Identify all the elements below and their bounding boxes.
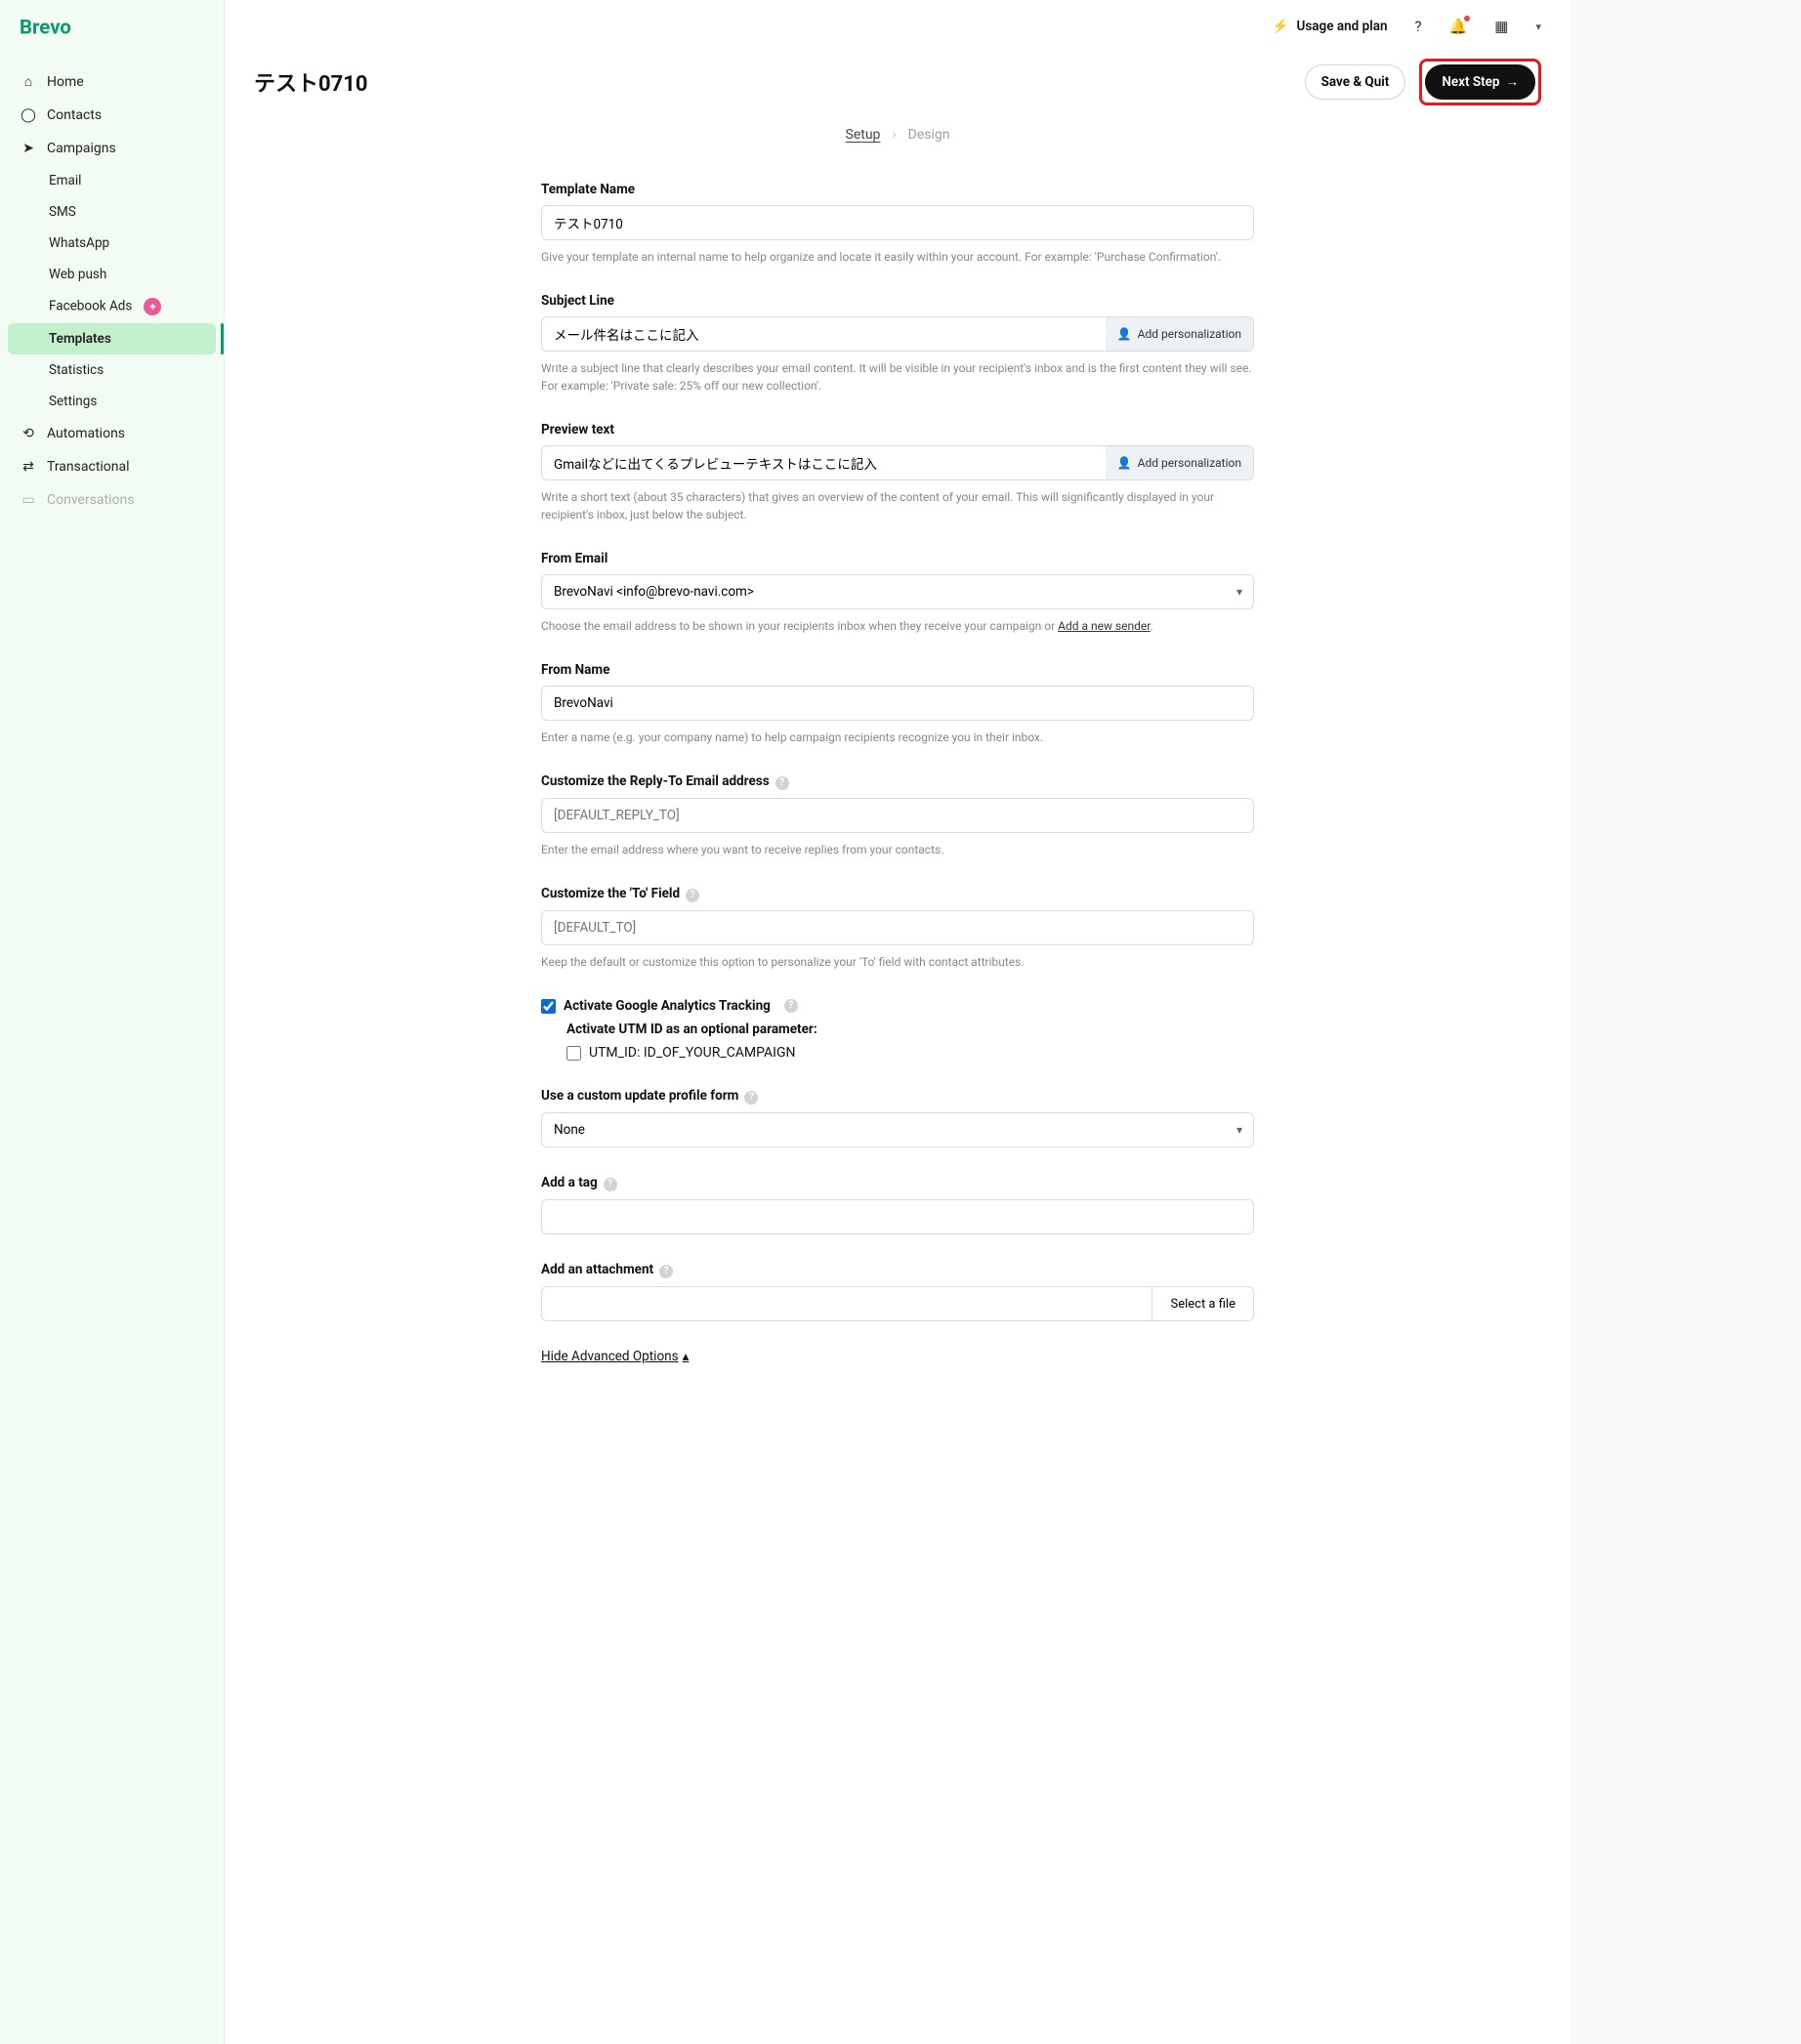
subject-personalization-button[interactable]: 👤Add personalization — [1106, 316, 1254, 352]
send-icon: ➤ — [20, 141, 37, 156]
caret-up-icon: ▴ — [683, 1349, 690, 1364]
save-quit-button[interactable]: Save & Quit — [1305, 64, 1406, 100]
help-icon[interactable]: ? — [784, 999, 798, 1013]
help-icon[interactable]: ? — [744, 1091, 758, 1105]
attachment-label: Add an attachment? — [541, 1262, 1254, 1278]
bell-icon[interactable]: 🔔 — [1449, 18, 1468, 35]
arrow-right-icon: → — [1506, 74, 1520, 90]
nav-home[interactable]: ⌂Home — [0, 64, 224, 99]
sidebar: Brevo ⌂Home ◯Contacts ➤Campaigns Email S… — [0, 0, 225, 2044]
nav-contacts[interactable]: ◯Contacts — [0, 99, 224, 132]
subnav-facebook[interactable]: Facebook Ads✦ — [0, 290, 224, 323]
nav-automations[interactable]: ⟲Automations — [0, 417, 224, 450]
home-icon: ⌂ — [20, 73, 37, 90]
subnav-statistics[interactable]: Statistics — [0, 355, 224, 386]
to-field-label: Customize the 'To' Field? — [541, 886, 1254, 902]
help-icon[interactable]: ? — [1415, 18, 1422, 35]
wizard-steps: Setup › Design — [225, 123, 1571, 182]
to-field-hint: Keep the default or customize this optio… — [541, 953, 1254, 971]
user-icon: ◯ — [20, 107, 37, 123]
account-menu[interactable]: ▾ — [1535, 21, 1541, 33]
add-sender-link[interactable]: Add a new sender — [1058, 619, 1151, 633]
utm-subhead: Activate UTM ID as an optional parameter… — [566, 1022, 1254, 1037]
reply-to-input[interactable] — [541, 798, 1254, 833]
swap-icon: ⇄ — [20, 459, 37, 475]
subject-label: Subject Line — [541, 293, 1254, 309]
profile-form-label: Use a custom update profile form? — [541, 1088, 1254, 1105]
help-icon[interactable]: ? — [686, 889, 699, 902]
template-name-label: Template Name — [541, 182, 1254, 197]
person-plus-icon: 👤 — [1117, 327, 1132, 341]
subnav-webpush[interactable]: Web push — [0, 259, 224, 290]
subnav-sms[interactable]: SMS — [0, 196, 224, 228]
page-title: テスト0710 — [254, 66, 368, 98]
bolt-icon: ⚡ — [1273, 19, 1289, 34]
utm-id-checkbox[interactable] — [566, 1046, 581, 1061]
nav-transactional[interactable]: ⇄Transactional — [0, 450, 224, 483]
chevron-right-icon: › — [892, 127, 896, 143]
ga-tracking-label: Activate Google Analytics Tracking — [564, 998, 771, 1014]
template-name-hint: Give your template an internal name to h… — [541, 248, 1254, 266]
next-step-button[interactable]: Next Step→ — [1425, 64, 1535, 100]
topbar: ⚡Usage and plan ? 🔔 ▦ ▾ — [225, 0, 1571, 45]
hide-advanced-link[interactable]: Hide Advanced Options▴ — [541, 1349, 689, 1364]
from-name-input[interactable] — [541, 686, 1254, 721]
wizard-design[interactable]: Design — [908, 127, 950, 143]
help-icon[interactable]: ? — [604, 1178, 617, 1191]
nav-campaigns[interactable]: ➤Campaigns — [0, 132, 224, 165]
right-preview-column — [1571, 0, 1801, 2044]
automation-icon: ⟲ — [20, 426, 37, 441]
svg-text:Brevo: Brevo — [20, 16, 71, 39]
wizard-setup[interactable]: Setup — [846, 127, 881, 143]
from-name-label: From Name — [541, 662, 1254, 678]
facebook-badge-icon: ✦ — [144, 298, 161, 315]
highlight-box: Next Step→ — [1419, 59, 1541, 105]
person-plus-icon: 👤 — [1117, 456, 1132, 470]
to-field-input[interactable] — [541, 910, 1254, 945]
subnav-settings[interactable]: Settings — [0, 386, 224, 417]
subject-hint: Write a subject line that clearly descri… — [541, 359, 1254, 395]
subnav-whatsapp[interactable]: WhatsApp — [0, 228, 224, 259]
tag-input[interactable] — [541, 1199, 1254, 1234]
ga-tracking-checkbox[interactable] — [541, 999, 556, 1014]
help-icon[interactable]: ? — [775, 776, 789, 790]
preview-label: Preview text — [541, 422, 1254, 438]
usage-and-plan-link[interactable]: ⚡Usage and plan — [1273, 19, 1388, 34]
nav-conversations[interactable]: ▭Conversations — [0, 483, 224, 517]
attachment-input[interactable] — [541, 1286, 1152, 1321]
chat-icon: ▭ — [20, 492, 37, 508]
reply-to-label: Customize the Reply-To Email address? — [541, 773, 1254, 790]
brand-logo[interactable]: Brevo — [0, 10, 224, 64]
utm-id-label: UTM_ID: ID_OF_YOUR_CAMPAIGN — [589, 1045, 796, 1061]
subject-input[interactable] — [541, 316, 1106, 352]
preview-input[interactable] — [541, 445, 1106, 480]
from-email-select[interactable] — [541, 574, 1254, 609]
from-name-hint: Enter a name (e.g. your company name) to… — [541, 729, 1254, 746]
select-file-button[interactable]: Select a file — [1152, 1286, 1254, 1321]
apps-icon[interactable]: ▦ — [1494, 18, 1508, 35]
preview-hint: Write a short text (about 35 characters)… — [541, 488, 1254, 523]
preview-personalization-button[interactable]: 👤Add personalization — [1106, 445, 1254, 480]
reply-to-hint: Enter the email address where you want t… — [541, 841, 1254, 858]
from-email-hint: Choose the email address to be shown in … — [541, 617, 1254, 635]
subnav-templates[interactable]: Templates — [8, 323, 216, 355]
help-icon[interactable]: ? — [659, 1265, 673, 1278]
profile-form-select[interactable] — [541, 1112, 1254, 1147]
template-name-input[interactable] — [541, 205, 1254, 240]
subnav-email[interactable]: Email — [0, 165, 224, 196]
from-email-label: From Email — [541, 551, 1254, 566]
tag-label: Add a tag? — [541, 1175, 1254, 1191]
